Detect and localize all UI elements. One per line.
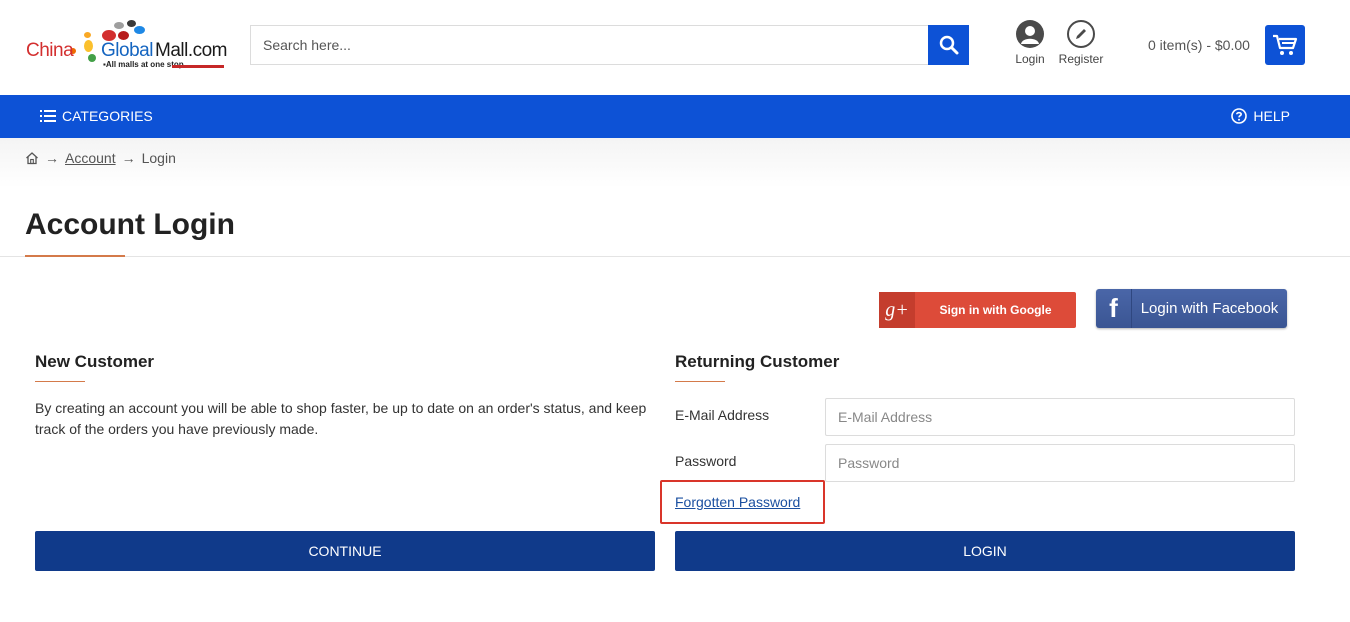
logo-dot [88, 54, 96, 62]
new-customer-heading: New Customer [35, 352, 155, 371]
email-field[interactable] [825, 398, 1295, 436]
home-icon[interactable] [25, 151, 39, 165]
register-link[interactable]: Register [1051, 20, 1111, 66]
logo-dot [127, 20, 136, 27]
search-icon [939, 35, 958, 55]
search-input[interactable] [251, 26, 930, 64]
returning-customer-heading: Returning Customer [675, 352, 840, 371]
breadcrumb-account[interactable]: Account [65, 150, 116, 166]
logo-text-china: China [26, 40, 74, 61]
help-link[interactable]: HELP [1231, 108, 1290, 124]
cart-button[interactable] [1265, 25, 1305, 65]
logo-dot [84, 40, 93, 52]
continue-button[interactable]: CONTINUE [35, 531, 655, 571]
password-field[interactable] [825, 444, 1295, 482]
cart-summary[interactable]: 0 item(s) - $0.00 [1148, 37, 1250, 53]
facebook-login-label: Login with Facebook [1140, 300, 1279, 317]
new-customer-underline [35, 381, 85, 382]
logo-text-global: Global [101, 40, 153, 61]
page-title: Account Login [25, 208, 235, 241]
forgotten-password-link[interactable]: Forgotten Password [675, 494, 800, 510]
categories-menu[interactable]: CATEGORIES [40, 108, 153, 124]
logo-dot [114, 22, 124, 29]
title-underline [25, 255, 125, 257]
logo-dot [134, 26, 145, 34]
site-logo[interactable]: China Global Mall.com ▪All malls at one … [24, 18, 229, 72]
logo-dot [118, 31, 129, 40]
logo-bar [172, 65, 224, 68]
login-button[interactable]: LOGIN [675, 531, 1295, 571]
cart-icon [1273, 34, 1298, 55]
main-nav: CATEGORIES HELP [0, 95, 1350, 138]
breadcrumb-arrow: → [45, 150, 59, 166]
breadcrumb-login: Login [141, 150, 176, 166]
email-label: E-Mail Address [675, 407, 770, 423]
site-header: China Global Mall.com ▪All malls at one … [0, 0, 1350, 95]
list-icon [40, 110, 56, 122]
title-divider [0, 256, 1350, 257]
help-icon [1231, 108, 1248, 124]
facebook-login-button[interactable]: f Login with Facebook [1096, 289, 1287, 328]
new-customer-description: By creating an account you will be able … [35, 400, 647, 437]
register-label: Register [1058, 52, 1104, 66]
pencil-icon [1067, 20, 1095, 48]
logo-text-mall: Mall.com [155, 40, 228, 61]
help-label: HELP [1253, 108, 1290, 124]
returning-customer-underline [675, 381, 725, 382]
password-label: Password [675, 453, 737, 469]
user-icon [1016, 20, 1044, 48]
breadcrumb: → Account → Login [25, 150, 176, 166]
search-bar [250, 25, 969, 65]
nav-shadow [0, 138, 1350, 188]
google-signin-button[interactable]: g+ Sign in with Google [879, 292, 1076, 328]
logo-dot [84, 32, 91, 38]
facebook-icon: f [1096, 289, 1132, 328]
breadcrumb-arrow: → [121, 150, 136, 166]
categories-label: CATEGORIES [62, 108, 153, 124]
google-signin-label: Sign in with Google [939, 303, 1052, 317]
search-button[interactable] [928, 25, 969, 65]
google-plus-icon: g+ [879, 292, 915, 328]
